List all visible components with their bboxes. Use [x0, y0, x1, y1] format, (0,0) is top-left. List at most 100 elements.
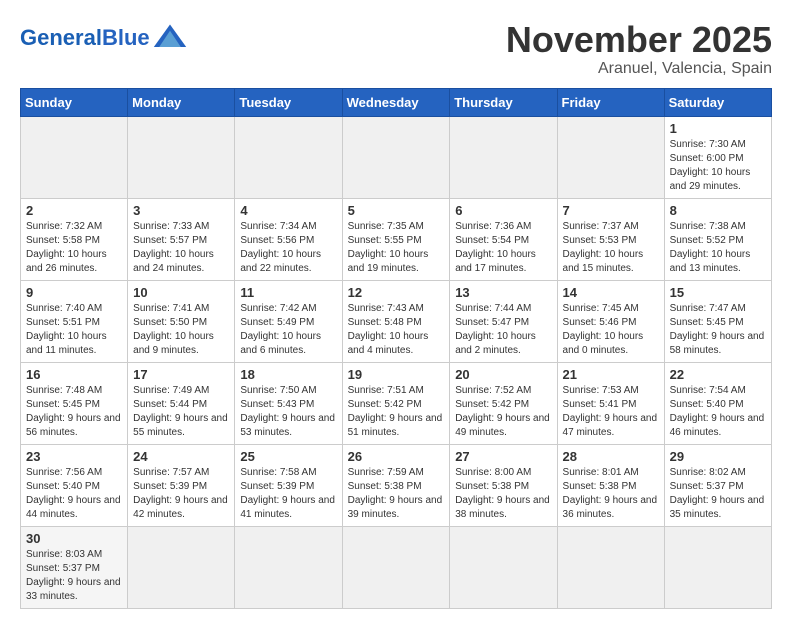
calendar-cell — [342, 526, 450, 608]
day-number: 28 — [563, 449, 659, 464]
day-number: 18 — [240, 367, 336, 382]
calendar-cell: 24 Sunrise: 7:57 AM Sunset: 5:39 PM Dayli… — [128, 444, 235, 526]
calendar-cell: 8 Sunrise: 7:38 AM Sunset: 5:52 PM Daylig… — [664, 198, 771, 280]
calendar-cell: 2Sunrise: 7:32 AM Sunset: 5:58 PM Daylig… — [21, 198, 128, 280]
day-info: Sunrise: 7:41 AM Sunset: 5:50 PM Dayligh… — [133, 302, 229, 358]
day-number: 25 — [240, 449, 336, 464]
day-info: Sunrise: 7:57 AM Sunset: 5:39 PM Dayligh… — [133, 466, 229, 522]
calendar-week-row: 30 Sunrise: 8:03 AM Sunset: 5:37 PM Dayli… — [21, 526, 772, 608]
calendar-cell — [21, 116, 128, 198]
weekday-header-friday: Friday — [557, 88, 664, 116]
calendar-cell: 28 Sunrise: 8:01 AM Sunset: 5:38 PM Dayli… — [557, 444, 664, 526]
day-info: Sunrise: 7:50 AM Sunset: 5:43 PM Dayligh… — [240, 384, 336, 440]
calendar-cell — [128, 526, 235, 608]
calendar-cell: 18 Sunrise: 7:50 AM Sunset: 5:43 PM Dayli… — [235, 362, 342, 444]
calendar-cell: 22 Sunrise: 7:54 AM Sunset: 5:40 PM Dayli… — [664, 362, 771, 444]
day-info: Sunrise: 7:54 AM Sunset: 5:40 PM Dayligh… — [670, 384, 766, 440]
day-number: 11 — [240, 285, 336, 300]
day-info: Sunrise: 7:35 AM Sunset: 5:55 PM Dayligh… — [348, 220, 445, 276]
day-number: 2 — [26, 203, 122, 218]
day-info: Sunrise: 7:40 AM Sunset: 5:51 PM Dayligh… — [26, 302, 122, 358]
day-info: Sunrise: 7:51 AM Sunset: 5:42 PM Dayligh… — [348, 384, 445, 440]
day-number: 9 — [26, 285, 122, 300]
day-info: Sunrise: 7:53 AM Sunset: 5:41 PM Dayligh… — [563, 384, 659, 440]
calendar-cell — [557, 526, 664, 608]
calendar-cell: 7Sunrise: 7:37 AM Sunset: 5:53 PM Daylig… — [557, 198, 664, 280]
day-info: Sunrise: 7:48 AM Sunset: 5:45 PM Dayligh… — [26, 384, 122, 440]
day-info: Sunrise: 7:49 AM Sunset: 5:44 PM Dayligh… — [133, 384, 229, 440]
calendar-cell: 5 Sunrise: 7:35 AM Sunset: 5:55 PM Daylig… — [342, 198, 450, 280]
calendar-week-row: 9 Sunrise: 7:40 AM Sunset: 5:51 PM Daylig… — [21, 280, 772, 362]
month-title: November 2025 — [506, 20, 772, 60]
calendar-cell: 29Sunrise: 8:02 AM Sunset: 5:37 PM Dayli… — [664, 444, 771, 526]
day-number: 12 — [348, 285, 445, 300]
weekday-header-wednesday: Wednesday — [342, 88, 450, 116]
calendar-cell: 15 Sunrise: 7:47 AM Sunset: 5:45 PM Dayli… — [664, 280, 771, 362]
calendar-cell: 12Sunrise: 7:43 AM Sunset: 5:48 PM Dayli… — [342, 280, 450, 362]
day-number: 22 — [670, 367, 766, 382]
day-info: Sunrise: 7:33 AM Sunset: 5:57 PM Dayligh… — [133, 220, 229, 276]
calendar-cell: 16Sunrise: 7:48 AM Sunset: 5:45 PM Dayli… — [21, 362, 128, 444]
title-block: November 2025 Aranuel, Valencia, Spain — [506, 20, 772, 78]
day-number: 26 — [348, 449, 445, 464]
day-number: 5 — [348, 203, 445, 218]
logo-icon — [152, 20, 188, 56]
calendar-cell — [557, 116, 664, 198]
day-info: Sunrise: 8:02 AM Sunset: 5:37 PM Dayligh… — [670, 466, 766, 522]
day-number: 15 — [670, 285, 766, 300]
calendar-cell — [235, 526, 342, 608]
day-info: Sunrise: 7:45 AM Sunset: 5:46 PM Dayligh… — [563, 302, 659, 358]
weekday-header-row: SundayMondayTuesdayWednesdayThursdayFrid… — [21, 88, 772, 116]
calendar-cell: 26Sunrise: 7:59 AM Sunset: 5:38 PM Dayli… — [342, 444, 450, 526]
logo-text: GeneralBlue — [20, 25, 150, 51]
calendar-cell — [235, 116, 342, 198]
logo-blue: Blue — [102, 25, 150, 50]
day-info: Sunrise: 8:03 AM Sunset: 5:37 PM Dayligh… — [26, 548, 122, 604]
calendar-cell: 23 Sunrise: 7:56 AM Sunset: 5:40 PM Dayli… — [21, 444, 128, 526]
weekday-header-sunday: Sunday — [21, 88, 128, 116]
day-info: Sunrise: 7:30 AM Sunset: 6:00 PM Dayligh… — [670, 138, 766, 194]
day-info: Sunrise: 8:00 AM Sunset: 5:38 PM Dayligh… — [455, 466, 551, 522]
location: Aranuel, Valencia, Spain — [506, 60, 772, 78]
day-number: 23 — [26, 449, 122, 464]
day-number: 19 — [348, 367, 445, 382]
day-number: 20 — [455, 367, 551, 382]
calendar-cell: 19 Sunrise: 7:51 AM Sunset: 5:42 PM Dayli… — [342, 362, 450, 444]
day-number: 1 — [670, 121, 766, 136]
day-info: Sunrise: 7:42 AM Sunset: 5:49 PM Dayligh… — [240, 302, 336, 358]
day-number: 3 — [133, 203, 229, 218]
calendar-cell — [342, 116, 450, 198]
day-number: 14 — [563, 285, 659, 300]
calendar-table: SundayMondayTuesdayWednesdayThursdayFrid… — [20, 88, 772, 609]
calendar-week-row: 16Sunrise: 7:48 AM Sunset: 5:45 PM Dayli… — [21, 362, 772, 444]
day-info: Sunrise: 7:38 AM Sunset: 5:52 PM Dayligh… — [670, 220, 766, 276]
day-info: Sunrise: 7:58 AM Sunset: 5:39 PM Dayligh… — [240, 466, 336, 522]
logo-general: General — [20, 25, 102, 50]
day-number: 13 — [455, 285, 551, 300]
day-info: Sunrise: 7:47 AM Sunset: 5:45 PM Dayligh… — [670, 302, 766, 358]
calendar-cell: 10Sunrise: 7:41 AM Sunset: 5:50 PM Dayli… — [128, 280, 235, 362]
day-number: 27 — [455, 449, 551, 464]
day-number: 8 — [670, 203, 766, 218]
calendar-cell — [664, 526, 771, 608]
day-number: 21 — [563, 367, 659, 382]
calendar-week-row: 23 Sunrise: 7:56 AM Sunset: 5:40 PM Dayli… — [21, 444, 772, 526]
day-number: 24 — [133, 449, 229, 464]
calendar-cell: 25 Sunrise: 7:58 AM Sunset: 5:39 PM Dayli… — [235, 444, 342, 526]
calendar-cell: 17Sunrise: 7:49 AM Sunset: 5:44 PM Dayli… — [128, 362, 235, 444]
day-info: Sunrise: 7:34 AM Sunset: 5:56 PM Dayligh… — [240, 220, 336, 276]
day-info: Sunrise: 7:37 AM Sunset: 5:53 PM Dayligh… — [563, 220, 659, 276]
weekday-header-tuesday: Tuesday — [235, 88, 342, 116]
calendar-week-row: 1 Sunrise: 7:30 AM Sunset: 6:00 PM Daylig… — [21, 116, 772, 198]
calendar-cell: 27 Sunrise: 8:00 AM Sunset: 5:38 PM Dayli… — [450, 444, 557, 526]
calendar-cell: 11 Sunrise: 7:42 AM Sunset: 5:49 PM Dayli… — [235, 280, 342, 362]
calendar-cell: 20Sunrise: 7:52 AM Sunset: 5:42 PM Dayli… — [450, 362, 557, 444]
calendar-cell — [450, 526, 557, 608]
calendar-cell: 13Sunrise: 7:44 AM Sunset: 5:47 PM Dayli… — [450, 280, 557, 362]
day-number: 6 — [455, 203, 551, 218]
weekday-header-monday: Monday — [128, 88, 235, 116]
day-info: Sunrise: 7:56 AM Sunset: 5:40 PM Dayligh… — [26, 466, 122, 522]
calendar-cell: 30 Sunrise: 8:03 AM Sunset: 5:37 PM Dayli… — [21, 526, 128, 608]
day-info: Sunrise: 8:01 AM Sunset: 5:38 PM Dayligh… — [563, 466, 659, 522]
day-number: 30 — [26, 531, 122, 546]
